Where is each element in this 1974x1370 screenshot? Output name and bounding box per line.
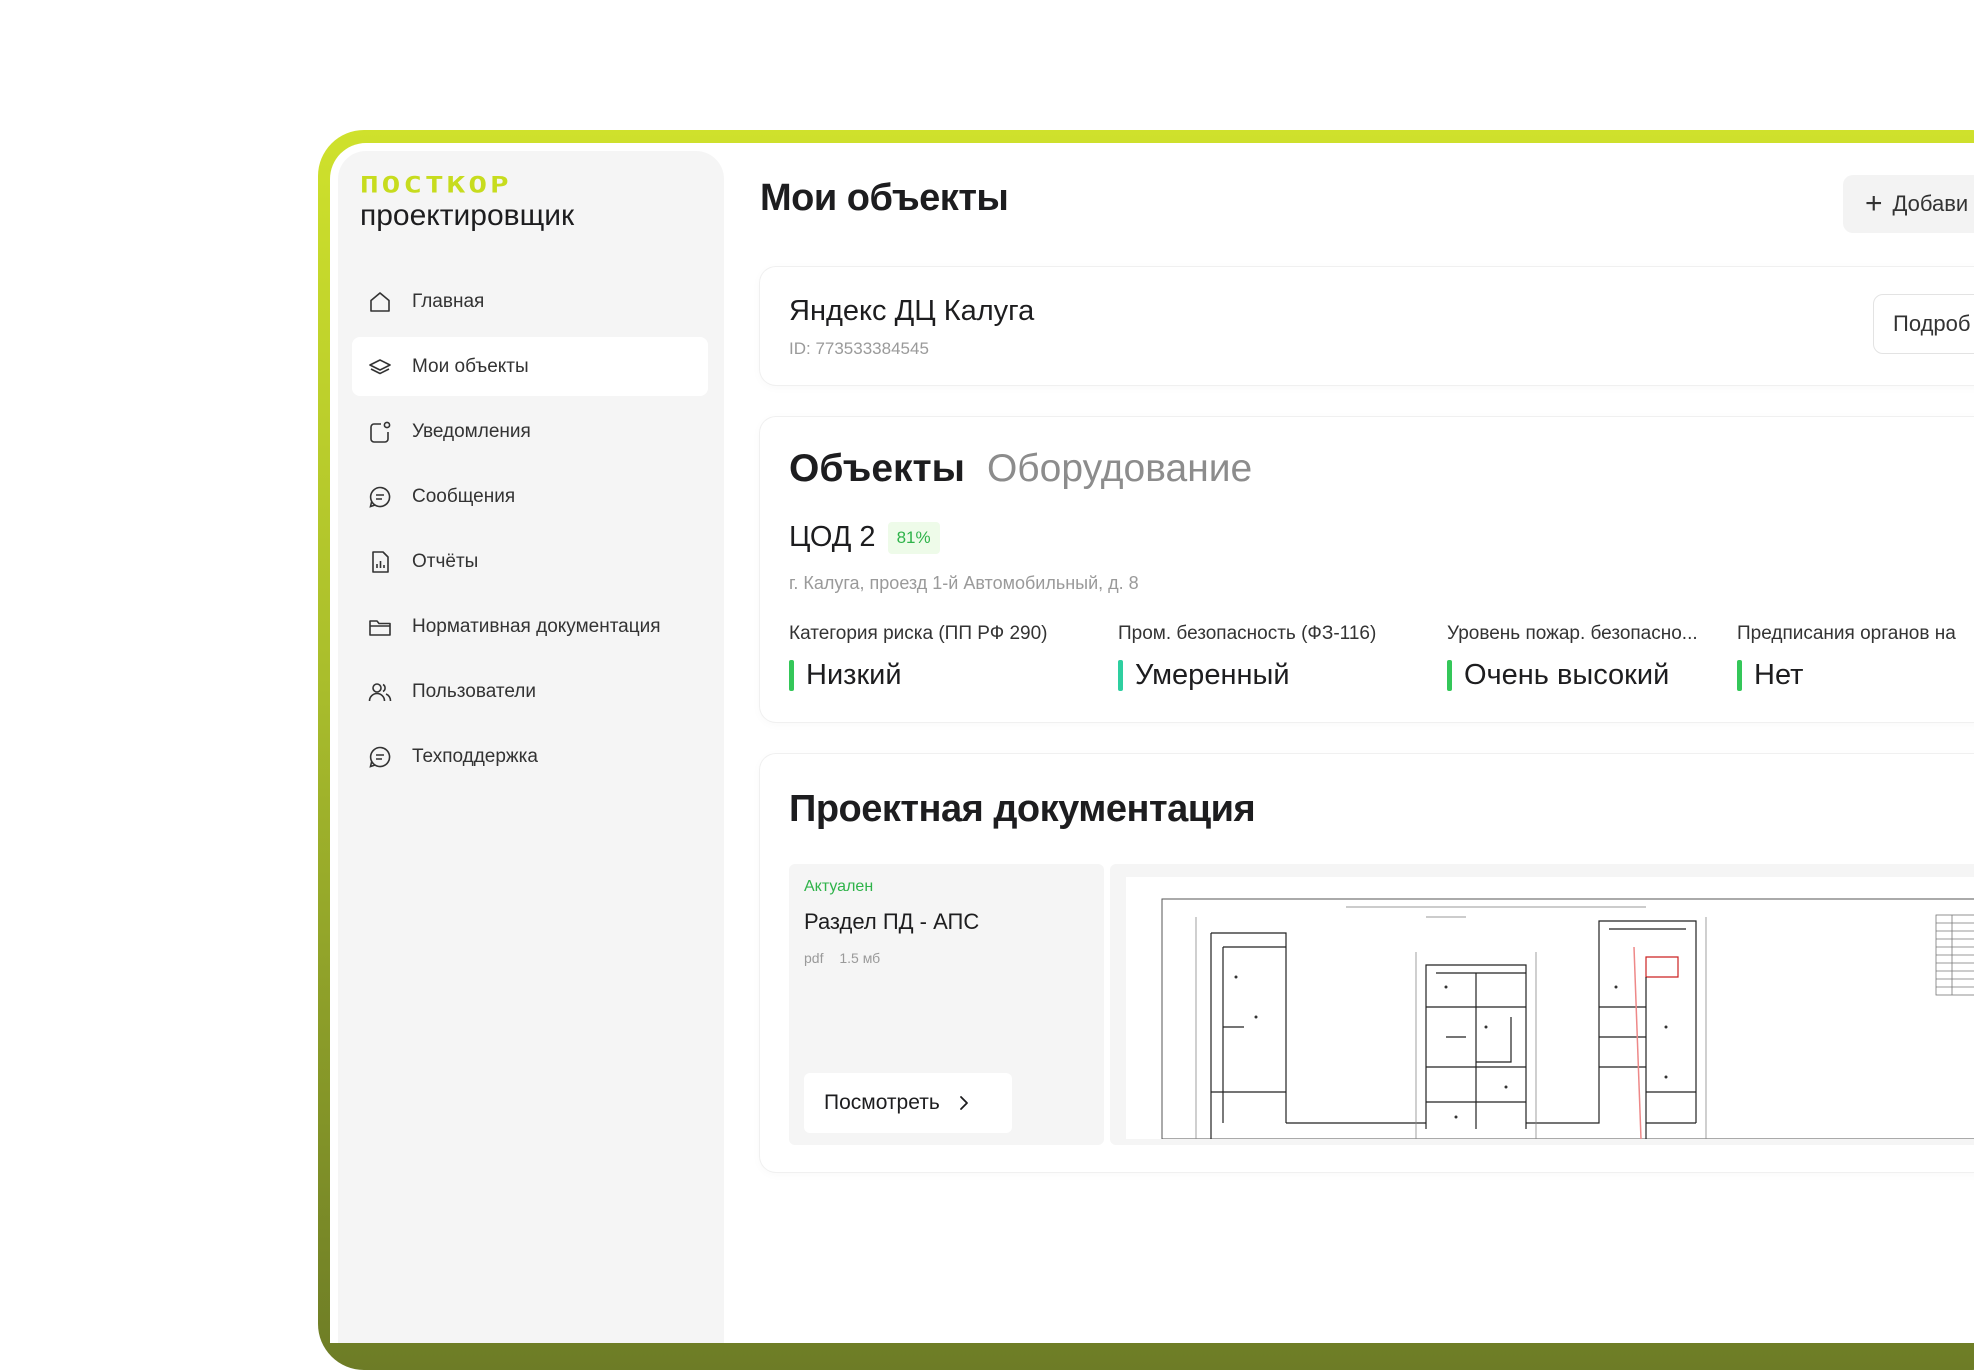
sidebar-item-label: Мои объекты [412,355,529,377]
status-bar [1737,660,1742,691]
tab-equipment[interactable]: Оборудование [987,447,1252,491]
plus-icon: + [1865,187,1883,220]
project-docs-card: Проектная документация Актуален Раздел П… [760,754,1974,1172]
objects-tabs: Объекты Оборудование [789,447,1274,491]
doc-size: 1.5 мб [839,950,881,966]
status-bar [789,660,794,691]
docs-title: Проектная документация [789,788,1256,830]
page-title: Мои объекты [760,177,1009,219]
status-bar [1118,660,1123,691]
add-object-button[interactable]: + Добави [1843,175,1974,233]
sidebar-item-home[interactable]: Главная [352,272,708,331]
sidebar-item-label: Уведомления [412,420,531,442]
chat-icon [369,486,391,508]
object-metrics: Категория риска (ПП РФ 290) Низкий Пром.… [789,623,1974,693]
doc-item: Актуален Раздел ПД - АПС pdf 1.5 мб Посм… [789,864,1104,1145]
notification-icon [370,421,391,443]
sidebar-item-reports[interactable]: Отчёты [352,532,708,591]
progress-badge: 81% [887,521,940,554]
sidebar-item-normative-docs[interactable]: Нормативная документация [352,597,708,656]
sidebar-item-label: Нормативная документация [412,615,661,637]
chevron-right-icon [959,1096,968,1110]
view-doc-button[interactable]: Посмотреть [804,1073,1012,1133]
metric-label: Уровень пожар. безопасно... [1447,623,1698,644]
tab-objects[interactable]: Объекты [789,447,965,491]
users-icon [368,682,392,701]
doc-format: pdf [804,950,824,966]
logo-wordmark: ПОСТКОР [360,172,512,199]
doc-name: Раздел ПД - АПС [804,909,980,934]
metric-value: Нет [1737,659,1956,692]
sidebar-item-label: Сообщения [412,485,516,507]
project-name: Яндекс ДЦ Калуга [789,295,1035,327]
metric-label: Предписания органов на [1737,623,1956,644]
sidebar-item-notifications[interactable]: Уведомления [352,402,708,461]
project-card: Яндекс ДЦ Калуга ID: 773533384545 Подроб [760,267,1974,385]
status-bar [1447,660,1452,691]
metric-value: Умеренный [1118,659,1376,692]
metric-risk-category: Категория риска (ПП РФ 290) Низкий [789,623,1048,692]
object-title[interactable]: ЦОД 2 81% [789,521,940,554]
metric-value-text: Низкий [806,659,902,691]
sidebar-nav: Главная Мои объекты Уведомления Сообщени… [352,272,708,792]
metric-value: Низкий [789,659,1048,692]
metric-value-text: Нет [1754,659,1804,691]
sidebar-item-label: Пользователи [412,680,537,702]
objects-card: Объекты Оборудование ЦОД 2 81% г. Калуга… [760,417,1974,722]
metric-label: Категория риска (ПП РФ 290) [789,623,1048,644]
report-icon [372,550,389,573]
view-button-label: Посмотреть [824,1091,940,1114]
floor-plan-drawing [1126,877,1974,1139]
sidebar-item-users[interactable]: Пользователи [352,662,708,721]
sidebar-item-my-objects[interactable]: Мои объекты [352,337,708,396]
project-details-button[interactable]: Подроб [1873,294,1974,354]
metric-fire-safety: Уровень пожар. безопасно... Очень высоки… [1447,623,1698,692]
main-content: Мои объекты + Добави Яндекс ДЦ Калуга ID… [760,143,1974,1343]
sidebar-item-label: Отчёты [412,550,479,572]
layers-icon [369,358,391,374]
doc-preview[interactable] [1110,864,1974,1145]
doc-meta: pdf 1.5 мб [804,950,892,966]
logo-subtitle: проектировщик [360,199,575,232]
doc-status: Актуален [804,878,874,895]
project-id: ID: 773533384545 [789,339,929,358]
object-address: г. Калуга, проезд 1-й Автомобильный, д. … [789,573,1139,593]
metric-authority-orders: Предписания органов на Нет [1737,623,1956,692]
sidebar-item-messages[interactable]: Сообщения [352,467,708,526]
sidebar: ПОСТКОР проектировщик Главная Мои объект… [338,151,724,1343]
sidebar-item-label: Техподдержка [412,745,538,767]
metric-value-text: Умеренный [1135,659,1290,691]
sidebar-item-support[interactable]: Техподдержка [352,727,708,786]
support-icon [369,746,391,768]
folder-icon [369,619,391,636]
object-name: ЦОД 2 [789,521,876,553]
logo[interactable]: ПОСТКОР проектировщик [360,172,575,232]
metric-value: Очень высокий [1447,659,1698,692]
home-icon [370,291,390,312]
sidebar-item-label: Главная [412,290,485,312]
add-button-label: Добави [1892,191,1969,216]
metric-label: Пром. безопасность (ФЗ-116) [1118,623,1377,644]
metric-value-text: Очень высокий [1464,659,1670,691]
app-screen: ПОСТКОР проектировщик Главная Мои объект… [330,143,1974,1343]
metric-industrial-safety: Пром. безопасность (ФЗ-116) Умеренный [1118,623,1376,692]
